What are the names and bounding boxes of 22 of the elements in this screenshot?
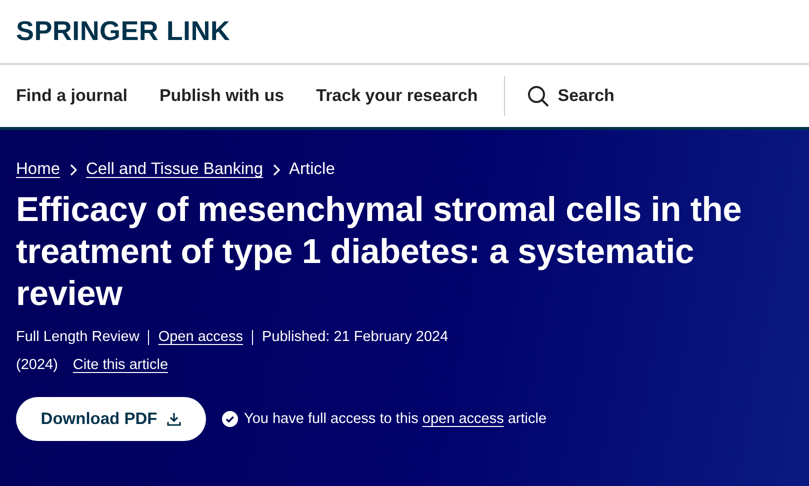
search-link[interactable]: Search	[526, 85, 614, 107]
nav-link[interactable]: Find a journal	[16, 86, 128, 106]
download-pdf-button[interactable]: Download PDF	[16, 397, 206, 441]
breadcrumb-link[interactable]: Cell and Tissue Banking	[86, 160, 264, 179]
meta-link[interactable]: Open access	[158, 329, 243, 345]
chevron-icon	[272, 164, 280, 176]
nav-link[interactable]: Track your research	[316, 86, 478, 106]
logo[interactable]: SPRINGER LINK	[16, 16, 230, 47]
meta-text: Full Length Review	[16, 329, 140, 345]
meta-text: Published: 21 February 2024	[262, 329, 448, 345]
check-icon	[222, 411, 238, 427]
open-access-link[interactable]: open access	[422, 411, 504, 427]
download-icon	[167, 412, 182, 426]
year-text: (2024)	[16, 357, 58, 373]
search-icon	[526, 85, 549, 107]
access-note: You have full access to this open access article	[244, 411, 547, 427]
chevron-icon	[69, 164, 78, 176]
nav-link[interactable]: Publish with us	[159, 86, 284, 106]
breadcrumb-current: Article	[289, 160, 335, 179]
breadcrumb-link[interactable]: Home	[16, 160, 60, 179]
article-title: Efficacy of mesenchymal stromal cells in the treatment of type 1 diabetes: a systematic review	[16, 190, 743, 315]
cite-link[interactable]: Cite this article	[72, 357, 168, 373]
